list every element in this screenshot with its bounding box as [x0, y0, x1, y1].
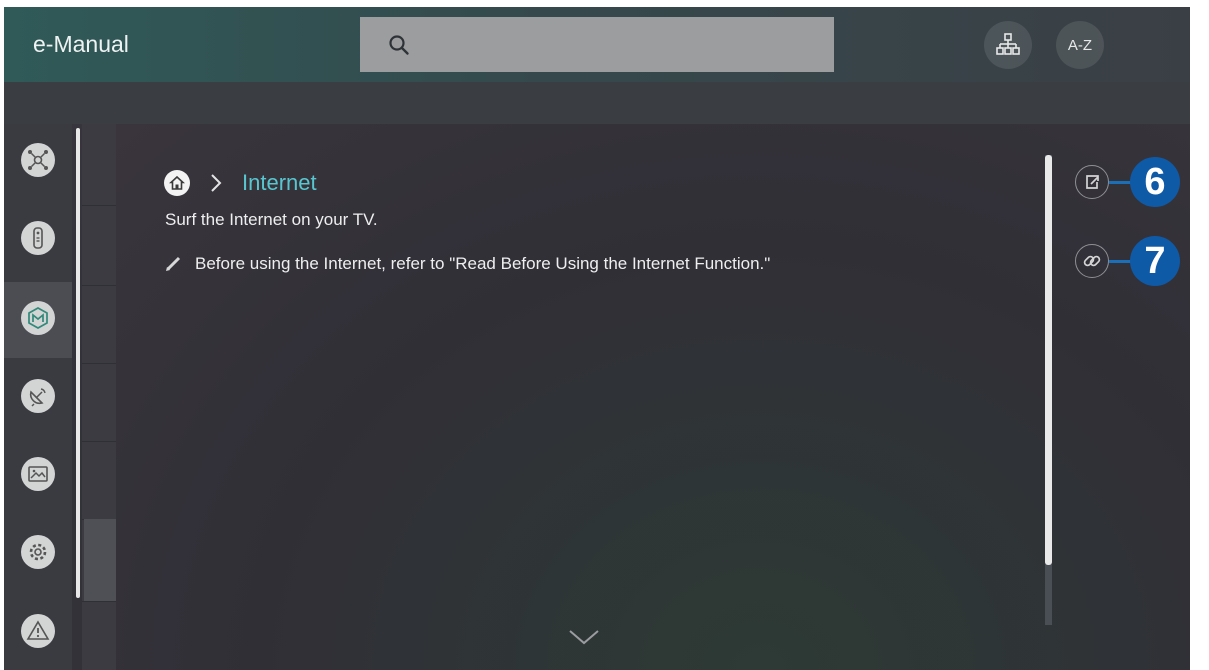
sitemap-icon [996, 33, 1020, 55]
callout-badge: 6 [1130, 157, 1180, 207]
sub-bar [4, 82, 1190, 124]
sidebar-scrollbar[interactable] [76, 128, 80, 598]
remote-icon [33, 227, 43, 249]
home-button[interactable] [164, 170, 190, 196]
chevron-down-icon[interactable] [567, 627, 601, 647]
internet-icon [28, 307, 48, 329]
sidebar-item-picture[interactable] [21, 457, 55, 491]
open-link-icon [1086, 175, 1099, 189]
content-panel [116, 124, 1190, 670]
sidebar-item-broadcasting[interactable] [21, 379, 55, 413]
satellite-icon [29, 388, 46, 407]
page-title: Internet [242, 170, 317, 195]
sidebar-item-settings[interactable] [21, 535, 55, 569]
home-icon [169, 175, 185, 190]
a-z-index-button[interactable]: A-Z [1056, 21, 1104, 69]
sitemap-button[interactable] [984, 21, 1032, 69]
content-scrollbar-thumb[interactable] [1045, 155, 1052, 565]
warning-icon [26, 620, 50, 640]
subcategory-divider [82, 363, 116, 364]
breadcrumb-chevron-icon [211, 174, 222, 192]
header-bar: e-Manual A-Z [4, 7, 1190, 82]
subcategory-divider [82, 601, 116, 602]
note-text: Before using the Internet, refer to "Rea… [195, 254, 771, 273]
sidebar-item-smart-features[interactable] [21, 143, 55, 177]
subcategory-divider [82, 441, 116, 442]
settings-icon [29, 543, 47, 561]
page-description: Surf the Internet on your TV. [165, 210, 378, 229]
sidebar-item-internet[interactable] [21, 301, 55, 335]
open-link-button[interactable] [1075, 165, 1109, 199]
sidebar-item-remote[interactable] [21, 221, 55, 255]
hub-icon [28, 150, 48, 170]
subcategory-divider [82, 285, 116, 286]
pencil-icon [166, 256, 181, 271]
search-input[interactable] [360, 17, 834, 72]
tv-screen: e-Manual A-Z Internet Surf the Internet … [4, 7, 1190, 670]
sidebar-item-troubleshooting[interactable] [21, 614, 55, 648]
search-icon [389, 35, 409, 55]
callout-badge: 7 [1130, 236, 1180, 286]
picture-icon [28, 466, 48, 482]
link-button[interactable] [1075, 244, 1109, 278]
app-title: e-Manual [33, 31, 129, 57]
subcategory-scroll-thumb[interactable] [84, 519, 116, 601]
link-icon [1083, 255, 1101, 267]
subcategory-divider [82, 205, 116, 206]
